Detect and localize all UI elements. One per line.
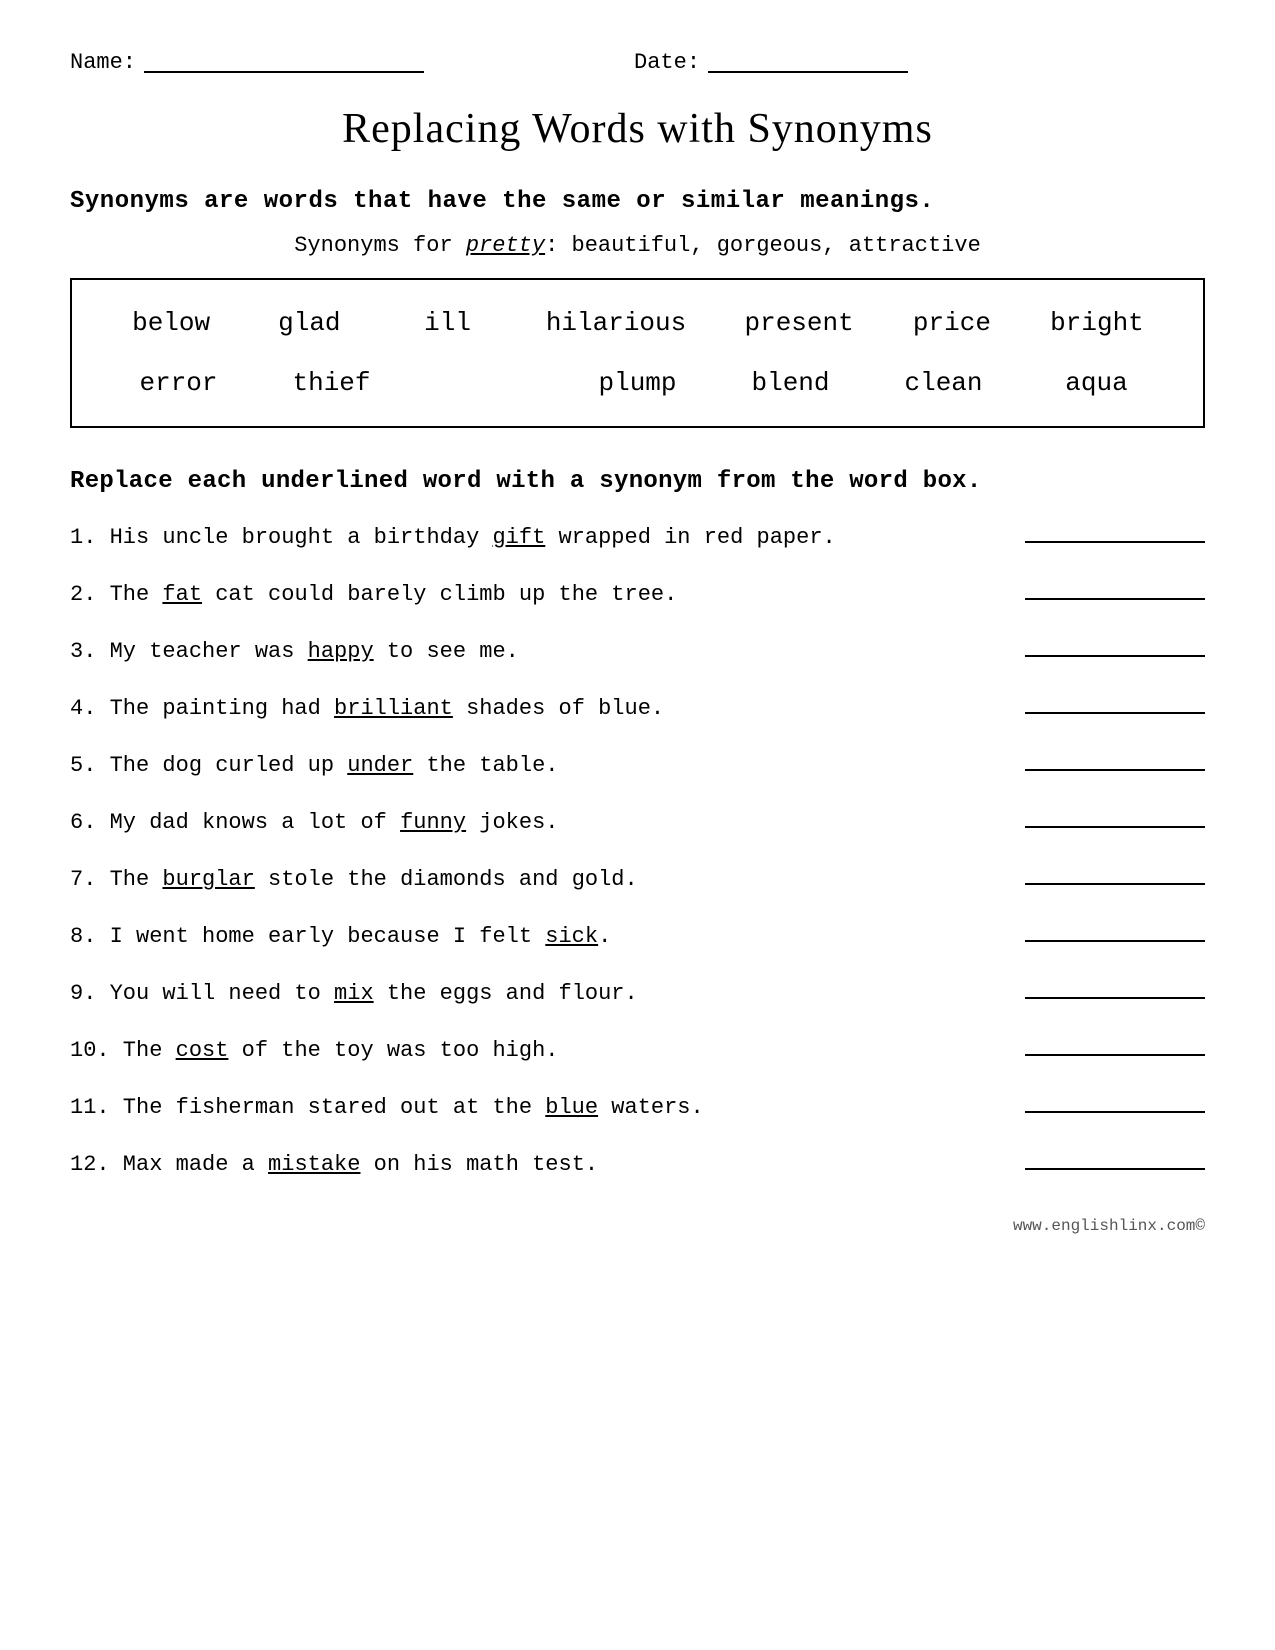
word-blank <box>445 368 525 398</box>
exercise-12-text: 12. Max made a mistake on his math test. <box>70 1152 1005 1177</box>
word-error: error <box>139 368 219 398</box>
header: Name: Date: <box>70 50 1205 75</box>
page-title: Replacing Words with Synonyms <box>70 105 1205 153</box>
exercise-6-text: 6. My dad knows a lot of funny jokes. <box>70 810 1005 835</box>
word-plump: plump <box>598 368 678 398</box>
exercises-container: 1. His uncle brought a birthday gift wra… <box>70 525 1205 1177</box>
example-word: pretty <box>466 233 545 258</box>
exercise-1: 1. His uncle brought a birthday gift wra… <box>70 525 1205 550</box>
exercise-2-text: 2. The fat cat could barely climb up the… <box>70 582 1005 607</box>
exercise-1-text: 1. His uncle brought a birthday gift wra… <box>70 525 1005 550</box>
word-aqua: aqua <box>1057 368 1137 398</box>
exercise-11: 11. The fisherman stared out at the blue… <box>70 1095 1205 1120</box>
word-box-row-2: error thief plump blend clean aqua <box>102 353 1173 408</box>
word-ill: ill <box>408 308 488 338</box>
word-glad: glad <box>269 308 349 338</box>
exercise-5: 5. The dog curled up under the table. <box>70 753 1205 778</box>
answer-line-10[interactable] <box>1025 1054 1205 1056</box>
exercise-8: 8. I went home early because I felt sick… <box>70 924 1205 949</box>
exercise-5-text: 5. The dog curled up under the table. <box>70 753 1005 778</box>
exercise-4-text: 4. The painting had brilliant shades of … <box>70 696 1005 721</box>
exercise-3: 3. My teacher was happy to see me. <box>70 639 1205 664</box>
section-instruction: Replace each underlined word with a syno… <box>70 468 1205 495</box>
exercise-3-text: 3. My teacher was happy to see me. <box>70 639 1005 664</box>
answer-line-2[interactable] <box>1025 598 1205 600</box>
word-bright: bright <box>1050 308 1144 338</box>
name-label: Name: <box>70 50 136 75</box>
name-line[interactable] <box>144 53 424 73</box>
example-prefix: Synonyms for <box>294 233 466 258</box>
definition-text: Synonyms are words that have the same or… <box>70 188 1205 215</box>
answer-line-1[interactable] <box>1025 541 1205 543</box>
word-box: below glad ill hilarious present price b… <box>70 278 1205 428</box>
exercise-8-text: 8. I went home early because I felt sick… <box>70 924 1005 949</box>
answer-line-6[interactable] <box>1025 826 1205 828</box>
exercise-12: 12. Max made a mistake on his math test. <box>70 1152 1205 1177</box>
exercise-10-text: 10. The cost of the toy was too high. <box>70 1038 1005 1063</box>
date-section: Date: <box>634 50 908 75</box>
footer: www.englishlinx.com© <box>70 1217 1205 1235</box>
name-section: Name: <box>70 50 424 75</box>
example-suffix: : beautiful, gorgeous, attractive <box>545 233 981 258</box>
word-blend: blend <box>751 368 831 398</box>
footer-text: www.englishlinx.com© <box>1013 1217 1205 1235</box>
exercise-2: 2. The fat cat could barely climb up the… <box>70 582 1205 607</box>
answer-line-9[interactable] <box>1025 997 1205 999</box>
exercise-10: 10. The cost of the toy was too high. <box>70 1038 1205 1063</box>
answer-line-7[interactable] <box>1025 883 1205 885</box>
word-box-row-1: below glad ill hilarious present price b… <box>102 298 1173 353</box>
word-thief: thief <box>292 368 372 398</box>
exercise-6: 6. My dad knows a lot of funny jokes. <box>70 810 1205 835</box>
answer-line-8[interactable] <box>1025 940 1205 942</box>
word-clean: clean <box>904 368 984 398</box>
exercise-7: 7. The burglar stole the diamonds and go… <box>70 867 1205 892</box>
date-label: Date: <box>634 50 700 75</box>
answer-line-5[interactable] <box>1025 769 1205 771</box>
answer-line-11[interactable] <box>1025 1111 1205 1113</box>
answer-line-12[interactable] <box>1025 1168 1205 1170</box>
answer-line-3[interactable] <box>1025 655 1205 657</box>
word-price: price <box>912 308 992 338</box>
exercise-9-text: 9. You will need to mix the eggs and flo… <box>70 981 1005 1006</box>
date-line[interactable] <box>708 53 908 73</box>
exercise-11-text: 11. The fisherman stared out at the blue… <box>70 1095 1005 1120</box>
synonyms-example: Synonyms for pretty: beautiful, gorgeous… <box>70 233 1205 258</box>
answer-line-4[interactable] <box>1025 712 1205 714</box>
word-present: present <box>744 308 853 338</box>
exercise-4: 4. The painting had brilliant shades of … <box>70 696 1205 721</box>
exercise-7-text: 7. The burglar stole the diamonds and go… <box>70 867 1005 892</box>
word-hilarious: hilarious <box>546 308 686 338</box>
exercise-9: 9. You will need to mix the eggs and flo… <box>70 981 1205 1006</box>
word-below: below <box>131 308 211 338</box>
